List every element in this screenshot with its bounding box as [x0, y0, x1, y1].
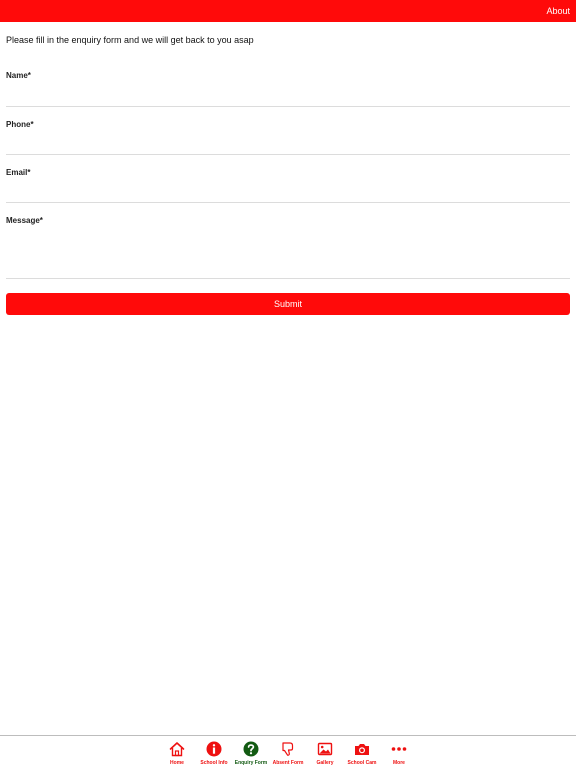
- top-nav-bar: About: [0, 0, 576, 22]
- tab-absent-form-label: Absent Form: [272, 760, 304, 766]
- tab-school-cam-label: School Cam: [347, 760, 377, 766]
- name-label: Name*: [6, 71, 31, 80]
- tab-school-info-label: School Info: [200, 760, 228, 766]
- tab-school-cam[interactable]: School Cam: [344, 741, 380, 767]
- tab-home-label: Home: [170, 760, 184, 766]
- email-input[interactable]: [6, 182, 570, 200]
- submit-button[interactable]: Submit: [6, 293, 570, 315]
- email-label: Email*: [6, 168, 31, 177]
- question-icon: [243, 741, 259, 757]
- tab-absent-form[interactable]: Absent Form: [270, 741, 306, 767]
- name-input[interactable]: [6, 85, 570, 103]
- info-icon: [206, 741, 222, 757]
- tab-enquiry-form[interactable]: Enquiry Form: [233, 741, 269, 767]
- camera-icon: [355, 744, 369, 755]
- message-label: Message*: [6, 216, 43, 225]
- home-icon: [169, 742, 185, 757]
- intro-text: Please fill in the enquiry form and we w…: [6, 35, 254, 45]
- tab-more-label: More: [393, 760, 405, 766]
- tab-home[interactable]: Home: [159, 741, 195, 767]
- message-input[interactable]: [6, 230, 570, 274]
- tab-more[interactable]: More: [381, 741, 417, 767]
- phone-input[interactable]: [6, 134, 570, 152]
- phone-label: Phone*: [6, 120, 34, 129]
- about-link[interactable]: About: [546, 5, 570, 17]
- bottom-tab-bar: Home School Info Enquiry Form Absent For…: [0, 735, 576, 768]
- app-window: About Please fill in the enquiry form an…: [0, 0, 576, 768]
- tab-school-info[interactable]: School Info: [196, 741, 232, 767]
- phone-field: Phone*: [6, 120, 570, 155]
- email-field: Email*: [6, 168, 570, 203]
- more-icon: [391, 747, 407, 751]
- tab-enquiry-form-label: Enquiry Form: [234, 760, 268, 766]
- gallery-icon: [317, 742, 333, 756]
- tab-gallery[interactable]: Gallery: [307, 741, 343, 767]
- thumbs-down-icon: [282, 742, 294, 756]
- message-field: Message*: [6, 216, 570, 279]
- name-field: Name*: [6, 71, 570, 107]
- tab-gallery-label: Gallery: [316, 760, 334, 766]
